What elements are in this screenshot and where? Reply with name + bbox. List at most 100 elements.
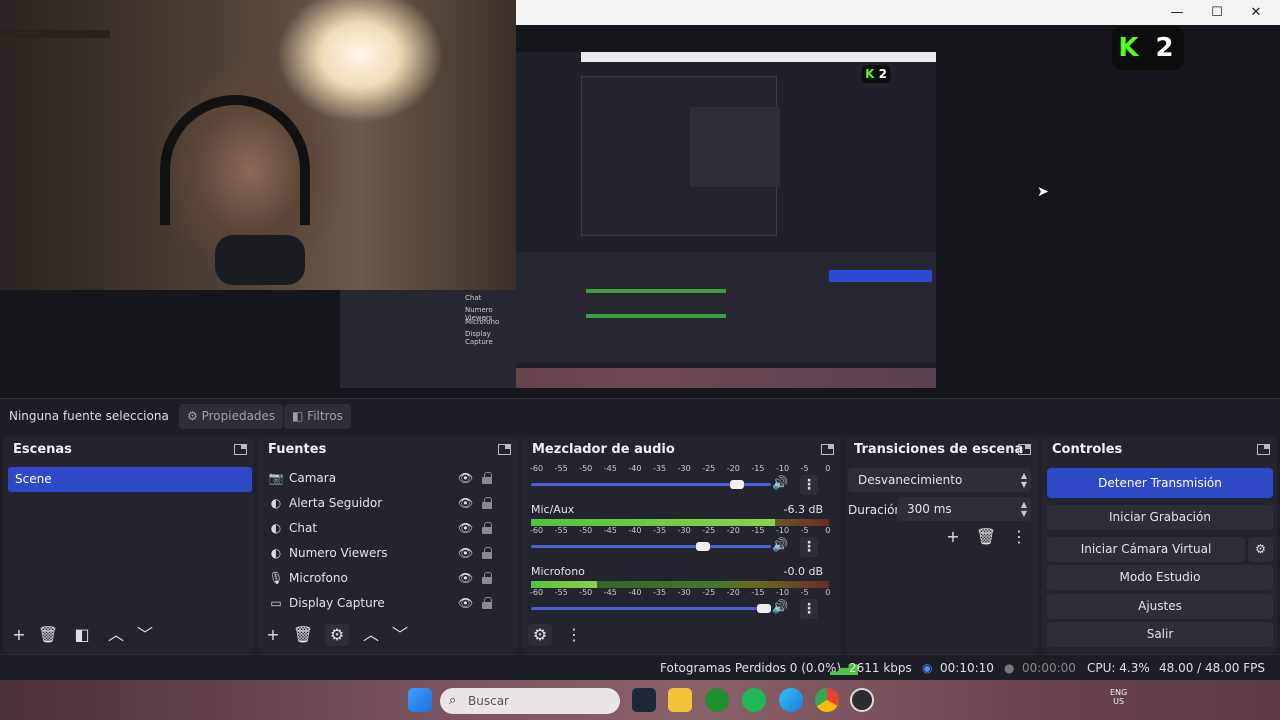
windows-start-icon[interactable]	[408, 688, 432, 712]
fps: 48.00 / 48.00 FPS	[1159, 661, 1265, 675]
lock-icon[interactable]	[482, 597, 492, 609]
more-options-icon[interactable]: ⋮	[800, 599, 818, 619]
undock-icon[interactable]	[498, 444, 511, 455]
file-explorer-icon[interactable]	[668, 688, 692, 712]
db-tick-label: -5	[800, 588, 809, 597]
move-down-icon[interactable]: ﹀	[388, 624, 412, 646]
lock-icon[interactable]	[482, 472, 492, 484]
db-tick-label: 0	[825, 588, 831, 597]
minimize-icon[interactable]: —	[1166, 4, 1188, 22]
steam-icon[interactable]	[632, 688, 656, 712]
more-options-icon[interactable]: ⋮	[1007, 526, 1031, 548]
exit-button[interactable]: Salir	[1047, 622, 1273, 647]
eye-icon[interactable]: 👁	[458, 516, 473, 541]
start-virtual-camera-button[interactable]: Iniciar Cámara Virtual	[1047, 537, 1245, 562]
more-options-icon[interactable]: ⋮	[800, 537, 818, 557]
source-row-numero-viewers[interactable]: ◐ Numero Viewers 👁	[266, 541, 502, 566]
close-icon[interactable]: ✕	[1245, 4, 1267, 22]
more-options-icon[interactable]: ⋮	[562, 624, 586, 646]
browser-icon: ◐	[270, 521, 282, 535]
duration-label: Duración	[848, 503, 903, 517]
audio-mixer-dock: Mezclador de audio -60 -55 -50 -45 -40 -35 -30…	[522, 437, 841, 652]
chrome-icon[interactable]	[815, 688, 839, 712]
source-row-chat[interactable]: ◐ Chat 👁	[266, 516, 502, 541]
undock-icon[interactable]	[234, 444, 247, 455]
language-indicator[interactable]: ENG US	[1110, 688, 1127, 706]
db-scale: -60 -55 -50 -45 -40 -35 -30 -25 -20 -15 -10 -5 0	[530, 588, 830, 598]
speaker-icon[interactable]: 🔊	[772, 476, 788, 491]
recursive-capture	[516, 52, 936, 388]
undock-icon[interactable]	[821, 444, 834, 455]
trash-icon[interactable]: 🗑	[974, 526, 998, 548]
studio-mode-button[interactable]: Modo Estudio	[1047, 565, 1273, 590]
volume-slider[interactable]	[531, 604, 771, 613]
nested-meter	[586, 289, 726, 293]
eye-icon[interactable]: 👁	[458, 566, 473, 591]
eye-icon[interactable]: 👁	[458, 541, 473, 566]
volume-slider-knob[interactable]	[695, 542, 710, 551]
duration-field[interactable]: 300 ms ▲ ▼	[897, 497, 1031, 521]
source-row-alerta-seguidor[interactable]: ◐ Alerta Seguidor 👁	[266, 491, 502, 516]
trash-icon[interactable]: 🗑	[291, 624, 315, 646]
maximize-icon[interactable]: ☐	[1206, 4, 1228, 22]
volume-slider[interactable]	[531, 480, 771, 489]
obs-icon[interactable]	[850, 688, 874, 712]
xbox-icon[interactable]	[705, 688, 729, 712]
transition-select[interactable]: Desvanecimiento ▲ ▼	[848, 468, 1031, 492]
source-row-microfono[interactable]: 🎙 Microfono 👁	[266, 566, 502, 591]
lock-icon[interactable]	[482, 497, 492, 509]
db-tick-label: -40	[628, 526, 642, 535]
db-tick-label: -30	[677, 588, 691, 597]
lock-icon[interactable]	[482, 572, 492, 584]
db-tick-label: -55	[554, 588, 568, 597]
stop-streaming-button[interactable]: Detener Transmisión	[1047, 468, 1273, 498]
speaker-icon[interactable]: 🔊	[772, 538, 788, 553]
source-row-display-capture[interactable]: ▭ Display Capture 👁	[266, 591, 502, 616]
db-tick-label: -35	[653, 588, 667, 597]
add-source-icon[interactable]: +	[261, 624, 285, 646]
gear-icon[interactable]: ⚙	[325, 624, 349, 646]
eye-icon[interactable]: 👁	[458, 466, 473, 491]
scene-item[interactable]: Scene	[8, 467, 252, 492]
level-meter-fill	[531, 581, 597, 588]
taskbar-search[interactable]: ⌕ Buscar	[440, 688, 620, 714]
eye-icon[interactable]: 👁	[458, 591, 473, 616]
undock-icon[interactable]	[1018, 444, 1031, 455]
volume-slider[interactable]	[531, 542, 771, 551]
trash-icon[interactable]: 🗑	[36, 624, 60, 646]
lock-icon[interactable]	[482, 522, 492, 534]
scene-transitions-dock: Transiciones de escena Desvanecimiento ▲…	[845, 437, 1038, 652]
spotify-icon[interactable]	[742, 688, 766, 712]
db-tick-label: -40	[628, 464, 642, 473]
edge-icon[interactable]	[779, 688, 803, 712]
add-scene-icon[interactable]: +	[7, 624, 31, 646]
monitor-icon: ▭	[270, 596, 282, 610]
source-row-camara[interactable]: 📷 Camara 👁	[266, 466, 502, 491]
properties-button[interactable]: ⚙ Propiedades	[179, 404, 284, 429]
settings-button[interactable]: Ajustes	[1047, 594, 1273, 619]
scene-filters-icon[interactable]: ◧	[70, 624, 94, 646]
filters-button[interactable]: ◧ Filtros	[284, 404, 351, 429]
add-transition-icon[interactable]: +	[941, 526, 965, 548]
filter-icon: ◧	[292, 409, 304, 423]
volume-slider-knob[interactable]	[757, 604, 771, 613]
advanced-audio-icon[interactable]: ⚙	[528, 624, 552, 646]
move-up-icon[interactable]: ︿	[104, 624, 128, 646]
captured-window-titlebar: — ☐ ✕	[516, 0, 1280, 25]
db-tick-label: -10	[776, 464, 790, 473]
volume-slider-knob[interactable]	[729, 480, 744, 489]
spinbox-arrows-icon[interactable]: ▲ ▼	[1021, 500, 1027, 518]
undock-icon[interactable]	[1257, 444, 1270, 455]
virtual-camera-settings-gear-icon[interactable]: ⚙	[1248, 537, 1273, 562]
move-up-icon[interactable]: ︿	[359, 624, 383, 646]
nested-meter	[586, 314, 726, 318]
db-tick-label: -20	[726, 464, 740, 473]
lock-icon[interactable]	[482, 547, 492, 559]
move-down-icon[interactable]: ﹀	[133, 624, 157, 646]
speaker-icon[interactable]: 🔊	[772, 600, 788, 615]
start-recording-button[interactable]: Iniciar Grabación	[1047, 505, 1273, 530]
eye-icon[interactable]: 👁	[458, 491, 473, 516]
nested-source-label: Microfono	[465, 318, 500, 326]
more-options-icon[interactable]: ⋮	[800, 475, 818, 495]
db-tick-label: -35	[653, 526, 667, 535]
